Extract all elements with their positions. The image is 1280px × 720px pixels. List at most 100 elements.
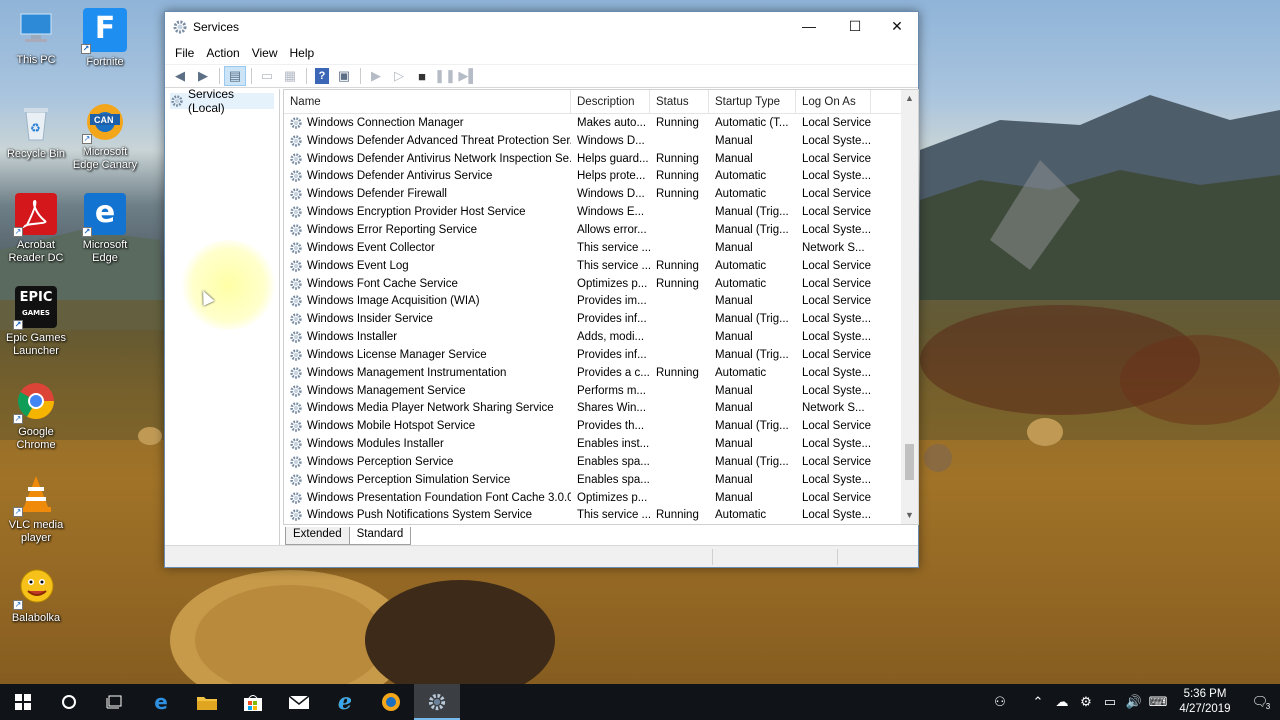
taskbar-edge[interactable]: e: [138, 684, 184, 720]
tab-extended[interactable]: Extended: [285, 527, 350, 545]
back-arrow-icon[interactable]: ◀: [169, 66, 191, 86]
service-name-text: Windows Image Acquisition (WIA): [307, 295, 480, 308]
table-row[interactable]: Windows Encryption Provider Host Service…: [284, 203, 901, 221]
table-row[interactable]: Windows Defender Advanced Threat Protect…: [284, 132, 901, 150]
scroll-down-icon[interactable]: ▼: [901, 507, 918, 524]
restart-service-icon[interactable]: ▶▌: [457, 66, 479, 86]
service-gear-icon: [290, 242, 302, 254]
table-row[interactable]: Windows Presentation Foundation Font Cac…: [284, 489, 901, 507]
people-icon[interactable]: ⚇: [988, 694, 1012, 710]
menu-help[interactable]: Help: [284, 46, 321, 60]
onedrive-cloud-icon[interactable]: ☁: [1050, 694, 1074, 710]
desktop-icon-edge[interactable]: e ↗ Microsoft Edge: [69, 193, 141, 265]
volume-icon[interactable]: 🔊: [1122, 694, 1146, 710]
clock[interactable]: 5:36 PM 4/27/2019: [1170, 687, 1240, 717]
action-center-button[interactable]: 🗨 3: [1240, 694, 1280, 712]
service-startup-type: Manual: [715, 241, 753, 254]
start-service-alt-icon[interactable]: ▷: [388, 66, 410, 86]
maximize-button[interactable]: ☐: [832, 12, 878, 42]
desktop-icon-vlc[interactable]: ↗ VLC media player: [0, 473, 72, 545]
minimize-button[interactable]: —: [786, 12, 832, 42]
table-row[interactable]: Windows Connection Manager Makes auto... R…: [284, 114, 901, 132]
task-view-button[interactable]: [92, 684, 138, 720]
service-startup-type: Automatic: [715, 366, 767, 379]
close-button[interactable]: ✕: [874, 12, 920, 42]
power-options-icon[interactable]: ⚙: [1074, 694, 1098, 710]
menu-file[interactable]: File: [169, 46, 200, 60]
service-log-on-as: Local Syste...: [802, 223, 872, 236]
properties-icon[interactable]: ▭: [256, 66, 278, 86]
desktop-icon-fortnite[interactable]: F ↗ Fortnite: [69, 8, 141, 69]
taskbar-services[interactable]: [414, 684, 460, 720]
table-row[interactable]: Windows Image Acquisition (WIA) Provides …: [284, 292, 901, 310]
table-row[interactable]: Windows Error Reporting Service Allows er…: [284, 221, 901, 239]
start-service-icon[interactable]: ▶: [365, 66, 387, 86]
table-row[interactable]: Windows Defender Antivirus Service Helps …: [284, 168, 901, 186]
column-header-log-on-as[interactable]: Log On As: [796, 90, 871, 114]
scroll-up-icon[interactable]: ▲: [901, 90, 918, 107]
service-name: Windows Management Instrumentation: [284, 366, 571, 380]
table-row[interactable]: Windows Defender Firewall Windows D... Run…: [284, 185, 901, 203]
services-list: ⌃ Name Description Status Startup Type L…: [283, 89, 919, 525]
toolbar-separator: [219, 68, 220, 84]
menu-action[interactable]: Action: [200, 46, 245, 60]
taskbar-file-explorer[interactable]: [184, 684, 230, 720]
chrome-icon: ↗: [13, 380, 57, 424]
service-log-on-as: Local Syste...: [802, 313, 872, 326]
keyboard-icon[interactable]: ⌨: [1146, 694, 1170, 710]
desktop-icon-chrome[interactable]: ↗ Google Chrome: [0, 380, 72, 452]
table-row[interactable]: Windows Defender Antivirus Network Inspe…: [284, 150, 901, 168]
table-row[interactable]: Windows Installer Adds, modi... Manual Loca…: [284, 328, 901, 346]
desktop-icon-this-pc[interactable]: This PC: [0, 8, 72, 67]
table-row[interactable]: Windows Event Collector This service ... M…: [284, 239, 901, 257]
cortana-button[interactable]: [46, 684, 92, 720]
taskbar-edge-canary[interactable]: [368, 684, 414, 720]
column-header-startup-type[interactable]: Startup Type: [709, 90, 796, 114]
scrollbar-thumb[interactable]: [905, 444, 914, 480]
tree-item-services-local[interactable]: Services (Local): [170, 87, 274, 115]
table-row[interactable]: Windows Management Service Performs m... M…: [284, 382, 901, 400]
vertical-scrollbar[interactable]: ▲ ▼: [901, 90, 918, 524]
service-name: Windows Font Cache Service: [284, 277, 571, 291]
desktop-icon-epic-games[interactable]: EPIC GAMES ↗ Epic Games Launcher: [0, 286, 72, 358]
taskbar-store[interactable]: [230, 684, 276, 720]
show-hidden-icons-chevron-icon[interactable]: ⌃: [1026, 694, 1050, 710]
start-button[interactable]: [0, 684, 46, 720]
column-header-description[interactable]: Description: [571, 90, 650, 114]
taskbar-internet-explorer[interactable]: ℯ: [322, 684, 368, 720]
forward-arrow-icon[interactable]: ▶: [192, 66, 214, 86]
show-action-pane-icon[interactable]: ▣: [333, 66, 355, 86]
help-icon[interactable]: ?: [315, 68, 329, 84]
service-name: Windows Error Reporting Service: [284, 223, 571, 237]
taskbar-mail[interactable]: [276, 684, 322, 720]
table-row[interactable]: Windows Media Player Network Sharing Ser…: [284, 400, 901, 418]
desktop-icon-balabolka[interactable]: ↗ Balabolka: [0, 566, 72, 625]
table-row[interactable]: Windows Font Cache Service Optimizes p...…: [284, 275, 901, 293]
export-list-icon[interactable]: ▦: [279, 66, 301, 86]
service-description: This service ...: [577, 509, 650, 522]
table-row[interactable]: Windows Modules Installer Enables inst...…: [284, 435, 901, 453]
pause-service-icon[interactable]: ❚❚: [434, 66, 456, 86]
table-row[interactable]: Windows Management Instrumentation Provid…: [284, 364, 901, 382]
service-name-text: Windows Defender Advanced Threat Protect…: [307, 134, 571, 147]
table-row[interactable]: Windows Perception Simulation Service Ena…: [284, 471, 901, 489]
table-row[interactable]: Windows License Manager Service Provides …: [284, 346, 901, 364]
tab-standard[interactable]: Standard: [348, 527, 412, 545]
table-row[interactable]: Windows Perception Service Enables spa...…: [284, 453, 901, 471]
desktop-icon-recycle-bin[interactable]: ♻ Recycle Bin: [0, 102, 72, 161]
desktop-icon-edge-canary[interactable]: CAN ↗ Microsoft Edge Canary: [69, 100, 141, 172]
column-header-status[interactable]: Status: [650, 90, 709, 114]
table-row[interactable]: Windows Event Log This service ... Running…: [284, 257, 901, 275]
table-row[interactable]: Windows Push Notifications System Servic…: [284, 507, 901, 524]
table-row[interactable]: Windows Insider Service Provides inf... Ma…: [284, 310, 901, 328]
recycle-bin-icon: ♻: [15, 102, 57, 144]
store-bag-icon: [244, 695, 262, 711]
table-row[interactable]: Windows Mobile Hotspot Service Provides t…: [284, 417, 901, 435]
network-icon[interactable]: ▭: [1098, 694, 1122, 710]
stop-service-icon[interactable]: ■: [411, 66, 433, 86]
title-bar[interactable]: Services — ☐ ✕: [165, 12, 918, 42]
desktop-icon-acrobat[interactable]: ↗ Acrobat Reader DC: [0, 193, 72, 265]
service-gear-icon: [290, 509, 302, 522]
show-hide-console-tree-icon[interactable]: ▤: [224, 66, 246, 86]
menu-view[interactable]: View: [246, 46, 284, 60]
